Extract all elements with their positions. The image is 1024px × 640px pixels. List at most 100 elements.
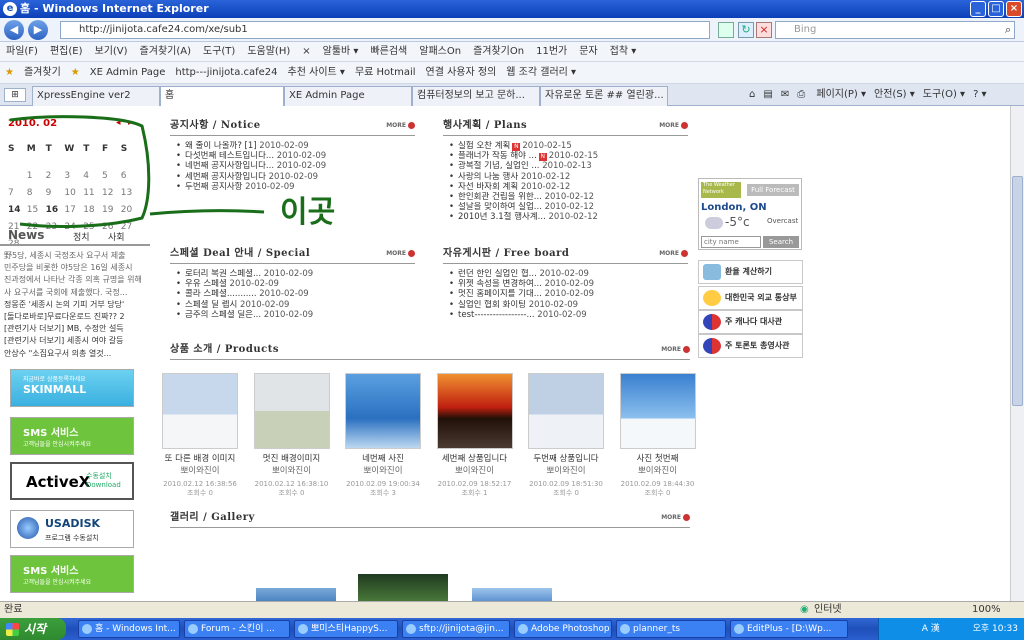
product-title[interactable]: 멋진 배경이미지 [252, 452, 332, 464]
deal-item[interactable]: 우유 스페셜 2010-02-09 [176, 279, 415, 289]
menu-view[interactable]: 보기(V) [89, 42, 134, 62]
news-headline[interactable]: 사 요구서를 국회에 제출했다. 국정... [0, 287, 148, 299]
notice-item[interactable]: 왜 줄이 나올까? [1] 2010-02-09 [176, 141, 415, 151]
plans-item[interactable]: 한인회관 건립을 위한... 2010-02-12 [449, 192, 688, 202]
gallery-thumb-3[interactable] [472, 588, 552, 601]
deal-item[interactable]: 스페셜 딜 렙시 2010-02-09 [176, 300, 415, 310]
menu-tools[interactable]: 도구(T) [197, 42, 241, 62]
usadisk-banner[interactable]: USADISK 프로그램 수동설치 [10, 510, 134, 548]
full-forecast-button[interactable]: Full Forecast [747, 184, 799, 196]
address-input[interactable]: http://jinijota.cafe24.com/xe/sub1 [60, 21, 710, 39]
taskbar-task[interactable]: 뽀미스티HappyS... [294, 620, 398, 638]
plans-item[interactable]: 플래너가 작동 해야 ...N2010-02-15 [449, 151, 688, 162]
post-title[interactable]: 멋진 홈페이지를 기대... [458, 289, 542, 299]
tools-menu[interactable]: 도구(O) ▾ [919, 89, 969, 100]
plans-item[interactable]: 광복절 기념, 실업인 ... 2010-02-13 [449, 161, 688, 171]
menu-edit[interactable]: 편집(E) [44, 42, 89, 62]
favorites-on[interactable]: 즐겨찾기On [467, 42, 530, 62]
altoolbar-menu[interactable]: 알툴바 ▾ [317, 42, 365, 62]
post-title[interactable]: 자선 바자회 계획 [458, 182, 518, 192]
post-title[interactable]: 금주의 스페셜 딜은... [185, 310, 261, 320]
product-title[interactable]: 또 다른 배경 이미지 [160, 452, 240, 464]
quick-search[interactable]: 빠른검색 [364, 42, 413, 62]
product-thumbnail[interactable] [253, 373, 330, 449]
quick-tabs-icon[interactable]: ⊞ [4, 88, 26, 102]
post-title[interactable]: 네번째 공지사항입니다... [185, 161, 274, 171]
product-card[interactable]: 네번째 사진 뽀이와진이 2010.02.09 19:00:34 조회수 3 [343, 373, 423, 498]
post-title[interactable]: 스페셜 딜 렙시 [185, 300, 237, 310]
fav-suggested[interactable]: 추천 사이트 ▾ [283, 62, 350, 84]
tab-computer-info[interactable]: 컴퓨터정보의 보고 문하... [412, 86, 540, 106]
deal-more-button[interactable]: MORE [386, 244, 415, 264]
product-title[interactable]: 세번째 상품입니다 [435, 452, 515, 464]
notice-item[interactable]: 세번째 공지사항입니다 2010-02-09 [176, 172, 415, 182]
product-card[interactable]: 사진 첫번째 뽀이와진이 2010.02.09 18:44:30 조회수 0 [618, 373, 698, 498]
product-title[interactable]: 사진 첫번째 [618, 452, 698, 464]
gallery-more-button[interactable]: MORE [661, 508, 690, 528]
activex-banner[interactable]: ActiveX 수동설치 Download [10, 462, 134, 500]
deal-item[interactable]: 로터리 복권 스페셜... 2010-02-09 [176, 269, 415, 279]
board-item[interactable]: test-----------------... 2010-02-09 [449, 310, 688, 320]
menu-file[interactable]: 파일(F) [0, 42, 44, 62]
mofa-link[interactable]: 대한민국 외교 통상부 [698, 286, 803, 310]
post-title[interactable]: 플래너가 작동 해야 ... [458, 151, 537, 161]
product-thumbnail[interactable] [619, 373, 696, 449]
taskbar-task[interactable]: sftp://jinijota@jin... [402, 620, 510, 638]
favorites-button[interactable]: 즐겨찾기 [19, 62, 66, 84]
post-title[interactable]: 실험 오찬 계획 [458, 141, 510, 151]
home-icon[interactable]: ⌂ [745, 89, 759, 100]
product-thumbnail[interactable] [162, 373, 238, 449]
news-tab[interactable]: News [0, 228, 44, 242]
news-headline[interactable]: [관련기사 더보기] 세종시 여야 갈등 [0, 335, 148, 347]
news-headline[interactable]: 정몽준 '세종시 논의 기피 거부 당당' [0, 299, 148, 311]
toolbar-close[interactable]: × [296, 42, 316, 62]
notice-item[interactable]: 두번째 공지사항 2010-02-09 [176, 182, 415, 192]
product-thumbnail[interactable] [436, 373, 513, 449]
skinmall-banner[interactable]: 지금바로 상품등록하세요 SKINMALL [10, 369, 134, 407]
product-card[interactable]: 세번째 상품입니다 뽀이와진이 2010.02.09 18:52:17 조회수 1 [435, 373, 515, 498]
safety-menu[interactable]: 안전(S) ▾ [870, 89, 919, 100]
post-title[interactable]: 로터리 복권 스페셜... [185, 269, 261, 279]
post-title[interactable]: 왜 줄이 나올까? [1] [185, 141, 257, 151]
taskbar-task[interactable]: EditPlus - [D:\Wp... [730, 620, 848, 638]
tab-free-debate[interactable]: 자유로운 토론 ## 열린광... [540, 86, 668, 106]
news-tab-politics[interactable]: 정치 [73, 230, 90, 243]
refresh-icon[interactable]: ↻ [738, 22, 754, 38]
sms-link[interactable]: 문자 [573, 42, 603, 62]
close-button[interactable]: × [1006, 1, 1022, 17]
plans-item[interactable]: 실험 오찬 계획N2010-02-15 [449, 141, 688, 151]
sms-banner-1[interactable]: SMS 서비스 고객님들을 안심시켜주세요 [10, 417, 134, 455]
scrollbar-thumb[interactable] [1012, 176, 1023, 406]
mail-icon[interactable]: ✉ [777, 89, 793, 100]
fav-custom-links[interactable]: 연결 사용자 정의 [421, 62, 502, 84]
deal-item[interactable]: 금주의 스페셜 딜은... 2010-02-09 [176, 310, 415, 320]
fav-xe-admin[interactable]: XE Admin Page [85, 62, 171, 84]
menu-favorites[interactable]: 즐겨찾기(A) [134, 42, 197, 62]
feeds-icon[interactable]: ▤ [759, 89, 776, 100]
consulate-link[interactable]: 주 토론토 총영사관 [698, 334, 803, 358]
compat-view-icon[interactable] [718, 22, 734, 38]
fav-hotmail[interactable]: 무료 Hotmail [350, 62, 421, 84]
search-icon[interactable]: ⌕ [1005, 23, 1011, 37]
plans-item[interactable]: 설날을 맞이하여 실업... 2010-02-12 [449, 202, 688, 212]
gallery-thumb-2[interactable] [358, 574, 448, 601]
post-title[interactable]: 우유 스페셜 [185, 279, 227, 289]
board-item[interactable]: 위젯 속성을 변경하여... 2010-02-09 [449, 279, 688, 289]
taskbar-task[interactable]: planner_ts [616, 620, 726, 638]
board-item[interactable]: 실업인 협회 화이팅 2010-02-09 [449, 300, 688, 310]
product-thumbnail[interactable] [528, 373, 604, 449]
plans-item[interactable]: 자선 바자회 계획 2010-02-12 [449, 182, 688, 192]
11st-link[interactable]: 11번가 [530, 42, 573, 62]
menu-help[interactable]: 도움말(H) [241, 42, 296, 62]
weather-city-input[interactable]: city name [701, 236, 761, 248]
post-title[interactable]: 설날을 맞이하여 실업... [458, 202, 542, 212]
post-title[interactable]: 한인회관 건립을 위한... [458, 192, 542, 202]
taskbar-task[interactable]: Forum - 스킨이 ... [184, 620, 290, 638]
board-item[interactable]: 멋진 홈페이지를 기대... 2010-02-09 [449, 289, 688, 299]
maximize-button[interactable]: □ [988, 1, 1004, 17]
embassy-link[interactable]: 주 캐나다 대사관 [698, 310, 803, 334]
post-title[interactable]: test-----------------... [458, 310, 535, 320]
tab-xe-admin[interactable]: XE Admin Page [284, 86, 412, 106]
post-title[interactable]: 실업인 협회 화이팅 [458, 300, 526, 310]
page-menu[interactable]: 페이지(P) ▾ [812, 89, 870, 100]
